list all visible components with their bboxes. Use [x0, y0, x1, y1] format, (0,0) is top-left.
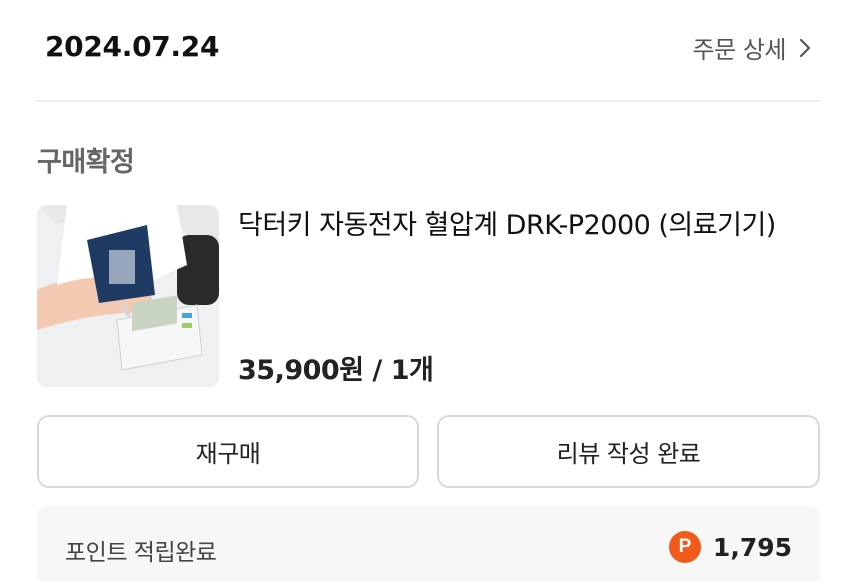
order-status-label: 구매확정	[37, 147, 135, 178]
reorder-button[interactable]: 재구매	[37, 415, 419, 488]
product-price: 35,900원 / 1개	[238, 355, 434, 386]
order-header: 2024.07.24 주문 상세	[0, 0, 856, 101]
points-value-wrap: P 1,795	[668, 531, 792, 563]
order-detail-label: 주문 상세	[692, 36, 787, 64]
order-detail-link[interactable]: 주문 상세	[693, 30, 814, 65]
review-complete-button[interactable]: 리뷰 작성 완료	[437, 415, 820, 488]
order-date: 2024.07.24	[45, 30, 220, 63]
product-name[interactable]: 닥터키 자동전자 혈압계 DRK-P2000 (의료기기)	[238, 205, 828, 247]
chevron-right-icon	[796, 37, 814, 59]
product-image[interactable]	[37, 205, 219, 387]
points-value: 1,795	[712, 532, 792, 562]
points-summary: 포인트 적립완료 P 1,795	[37, 506, 820, 581]
header-divider	[36, 100, 820, 102]
points-label: 포인트 적립완료	[65, 540, 217, 566]
points-coin-icon: P	[668, 531, 701, 563]
